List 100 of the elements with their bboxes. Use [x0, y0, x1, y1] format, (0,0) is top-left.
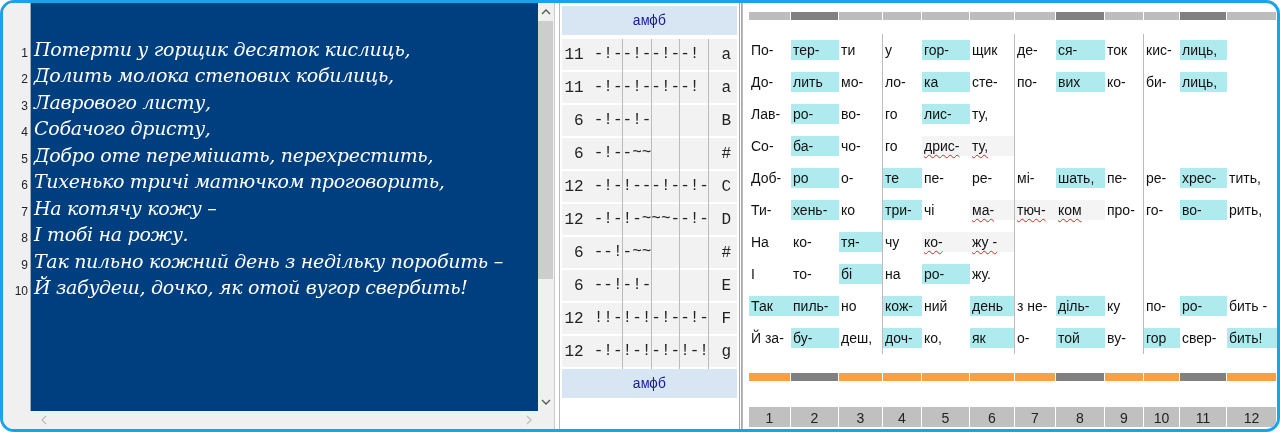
syllable-count: 12: [563, 309, 584, 328]
syllable: ко-: [922, 232, 970, 252]
syllable: Так: [749, 296, 791, 316]
syllable: кис-: [1145, 41, 1173, 60]
poem-line: Долить молока степових кобилиць,: [34, 64, 394, 86]
syllable: бі: [839, 264, 882, 284]
syllable-count: 6: [573, 111, 584, 130]
syllable: во-: [840, 105, 862, 124]
syllable: лить: [791, 72, 839, 92]
rhyme-letter: a: [721, 45, 731, 64]
line-number: 7: [21, 204, 28, 219]
syllable: ку: [1106, 297, 1122, 316]
syllable: вих: [1056, 72, 1105, 92]
syllable: До-: [750, 73, 775, 92]
syllable: пиль-: [791, 296, 839, 316]
line-number: 5: [21, 151, 28, 166]
syllable: ти: [840, 41, 857, 60]
column-number: 6: [970, 407, 1015, 427]
syllable: ко-: [792, 233, 813, 252]
syllable: лиць,: [1180, 40, 1227, 60]
syllable: бить!: [1227, 328, 1277, 348]
syllable: щик: [971, 41, 999, 60]
scroll-left-icon[interactable]: [41, 415, 47, 425]
syllable: у: [884, 41, 893, 60]
rhyme-letter: C: [721, 177, 731, 196]
rhyme-letter: a: [721, 78, 731, 97]
syllable: ток: [1106, 41, 1129, 60]
poem-line: Тихенько тричі матючком проговорить,: [34, 170, 445, 192]
scroll-down-icon[interactable]: [540, 399, 551, 405]
syllable: Й за-: [750, 328, 785, 348]
column-number: 7: [1015, 407, 1056, 427]
syllable: о-: [1016, 329, 1031, 348]
syllable: ко-: [1106, 73, 1127, 92]
syllable: ба-: [791, 136, 839, 156]
syllable: бу-: [791, 328, 839, 348]
column-number: 1: [749, 407, 791, 427]
syllable: но: [840, 297, 858, 316]
poem-line: Лаврового листу,: [34, 90, 211, 113]
syllable: три-: [883, 200, 922, 220]
line-number: 1: [21, 45, 28, 60]
syllable: рить,: [1228, 201, 1264, 220]
poem-line: Так пильно кожний день з недільку поробить –: [34, 249, 503, 272]
syllable: день: [970, 296, 1014, 316]
syllable-count: 12: [563, 210, 584, 229]
line-number: 8: [21, 231, 28, 245]
syllable: гор-: [922, 40, 970, 60]
line-number: 2: [21, 72, 28, 86]
meter-pattern: -!--!--!--!: [593, 72, 711, 105]
rhyme-letter: g: [721, 342, 731, 361]
syllable: те: [883, 168, 922, 188]
syllable: ка: [922, 72, 970, 92]
syllable: ло-: [884, 73, 907, 92]
syllable: ро: [791, 168, 839, 188]
meter-pattern: -!--!-: [593, 105, 711, 138]
syllable: сте-: [971, 73, 999, 92]
meter-pattern: -!--!--!--!: [593, 39, 711, 72]
rhyme-letter: #: [721, 243, 731, 262]
column-number: 2: [791, 407, 839, 427]
column-number: 9: [1105, 407, 1144, 427]
syllable-count: 12: [563, 177, 584, 196]
syllable: во-: [1180, 200, 1227, 220]
syllable: мі-: [1016, 169, 1036, 188]
meter-pattern: -!-!-~~~--!-: [593, 204, 711, 237]
syllable-count: 6: [573, 243, 584, 262]
syllable: то-: [792, 265, 813, 284]
syllable: ко: [840, 201, 857, 220]
syllable: Доб-: [750, 169, 783, 188]
line-number: 9: [21, 257, 28, 272]
syllable: го: [884, 137, 899, 156]
poem-line: Й забудеш, дочко, як отой вугор свербить!: [34, 276, 468, 298]
syllable: жу.: [971, 265, 992, 284]
syllable: тюч-: [1015, 200, 1056, 220]
scroll-up-icon[interactable]: [540, 9, 551, 15]
syllable: чу: [884, 233, 901, 252]
syllable: про-: [1106, 201, 1136, 220]
poem-line: На котячу кожу –: [34, 196, 217, 219]
poem-line: І тобі на рожу.: [34, 223, 189, 245]
syllable: ний: [923, 297, 949, 316]
syllable-count: 6: [573, 144, 584, 163]
syllable: о-: [840, 169, 855, 188]
scroll-right-icon[interactable]: [525, 415, 532, 425]
syllable: кож-: [883, 296, 922, 316]
line-number: 6: [21, 178, 28, 192]
syllable: чо-: [840, 137, 862, 156]
rhyme-letter: B: [721, 111, 731, 130]
meter-pattern: --!-!-: [593, 270, 711, 303]
syllable: тить,: [1228, 169, 1262, 188]
syllable: де-: [1016, 41, 1039, 60]
syllable-count: 12: [563, 342, 584, 361]
rhyme-letter: D: [721, 210, 731, 229]
syllable: пе-: [923, 169, 946, 188]
syllable: хень-: [791, 200, 839, 220]
scroll-thumb[interactable]: [538, 21, 554, 279]
line-number: 3: [21, 98, 28, 113]
syllable: го: [884, 105, 899, 124]
syllable: чі: [923, 201, 936, 220]
syllable: Лав-: [750, 105, 782, 124]
syllable: ма-: [970, 200, 1014, 220]
poem-line: Добро оте перемішать, перехрестить,: [34, 143, 434, 166]
syllable: по-: [1016, 73, 1039, 92]
